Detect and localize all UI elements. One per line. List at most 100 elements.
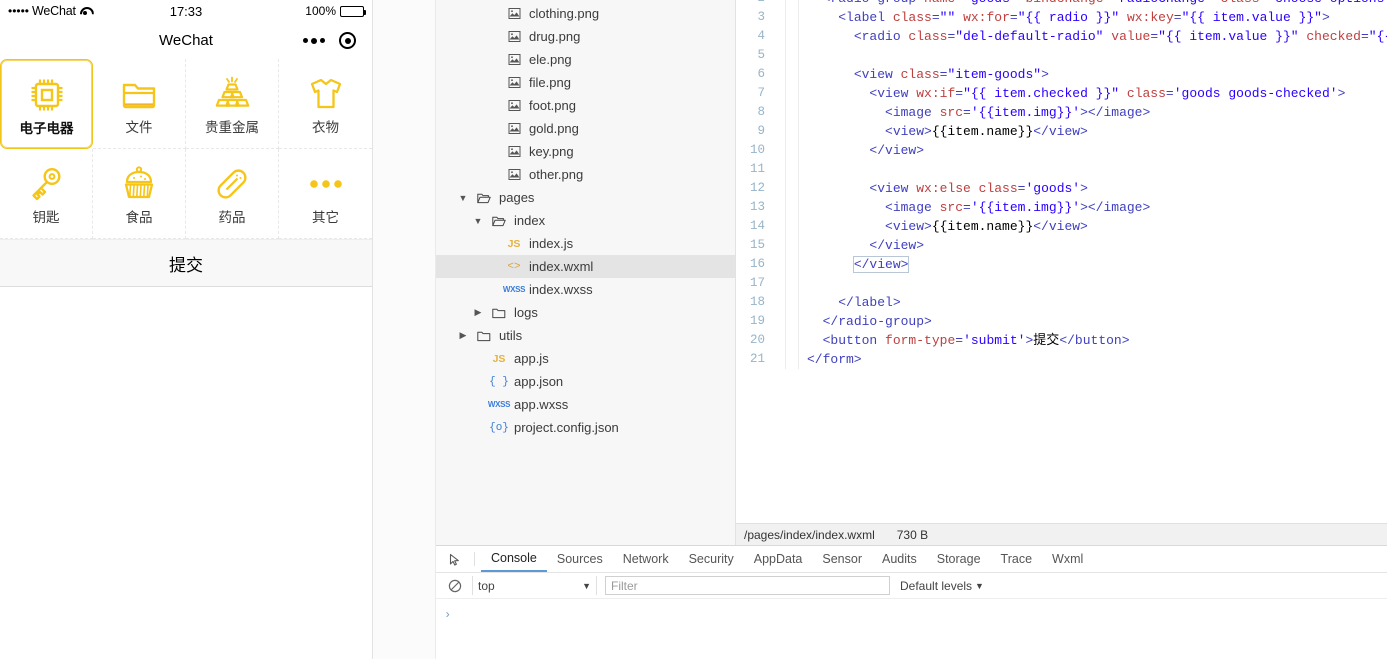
code-text: <label class="" wx:for="{{ radio }}" wx:… [838, 10, 1330, 25]
code-text: <view wx:if="{{ item.checked }}" class='… [869, 86, 1346, 101]
category-item-3[interactable]: 贵重金属 [186, 59, 279, 149]
file-tree-row[interactable]: ▶{o}project.config.json [436, 416, 735, 439]
file-tree-row[interactable]: ▶ ele.png [436, 48, 735, 71]
file-tree-label: app.wxss [514, 397, 569, 412]
fold-gutter[interactable] [774, 179, 786, 198]
fold-gutter[interactable] [774, 255, 786, 274]
console-tab-sensor[interactable]: Sensor [812, 546, 872, 572]
category-item-1[interactable]: 电子电器 [0, 59, 93, 149]
cursor-select-icon[interactable] [442, 546, 468, 572]
console-tab-wxml[interactable]: Wxml [1042, 546, 1093, 572]
console-tab-security[interactable]: Security [679, 546, 744, 572]
console-tab-console[interactable]: Console [481, 546, 547, 572]
file-tree-row[interactable]: ▶ clothing.png [436, 2, 735, 25]
category-label: 钥匙 [32, 210, 60, 226]
fold-gutter[interactable] [774, 312, 786, 331]
folder-icon [490, 307, 508, 319]
chevron-right-icon[interactable]: ▶ [472, 307, 484, 318]
console-context-select[interactable]: top ▼ [472, 576, 597, 595]
file-tree-row[interactable]: ▶<>index.wxml [436, 255, 735, 278]
fold-gutter[interactable] [774, 293, 786, 312]
category-item-6[interactable]: 食品 [93, 149, 186, 239]
code-line: 2 <radio-group name="goods" bindchange="… [736, 0, 1387, 8]
fold-gutter[interactable] [774, 27, 786, 46]
console-prompt: › [444, 608, 452, 622]
file-tree-row[interactable]: ▶JSapp.js [436, 347, 735, 370]
code-text: <view>{{item.name}}</view> [885, 219, 1088, 234]
category-item-5[interactable]: 钥匙 [0, 149, 93, 239]
image-file-icon [505, 53, 523, 66]
fold-gutter[interactable] [774, 350, 786, 369]
code-line: 14 <view>{{item.name}}</view> [736, 217, 1387, 236]
config-file-icon: {o} [489, 421, 509, 434]
console-tab-network[interactable]: Network [613, 546, 679, 572]
file-tree-row[interactable]: ▶JSindex.js [436, 232, 735, 255]
code-area[interactable]: 2 <radio-group name="goods" bindchange="… [736, 0, 1387, 523]
file-tree-row[interactable]: ▶ other.png [436, 163, 735, 186]
file-tree-row[interactable]: ▶ gold.png [436, 117, 735, 140]
file-tree-row[interactable]: ▼ pages [436, 186, 735, 209]
file-tree-label: project.config.json [514, 420, 619, 435]
line-number: 19 [749, 314, 765, 328]
file-tree-row[interactable]: ▶WXSSapp.wxss [436, 393, 735, 416]
console-levels-label: Default levels [900, 578, 973, 593]
console-tab-storage[interactable]: Storage [927, 546, 991, 572]
console-tab-sources[interactable]: Sources [547, 546, 613, 572]
category-item-7[interactable]: 药品 [186, 149, 279, 239]
fold-gutter[interactable] [774, 65, 786, 84]
console-tab-audits[interactable]: Audits [872, 546, 927, 572]
fold-gutter[interactable] [774, 160, 786, 179]
line-number: 4 [757, 29, 765, 43]
target-icon[interactable] [339, 32, 356, 49]
fold-gutter[interactable] [774, 0, 786, 8]
submit-button[interactable]: 提交 [0, 239, 372, 287]
line-number: 5 [757, 48, 765, 62]
code-line: 11 [736, 160, 1387, 179]
clear-console-icon[interactable] [442, 579, 468, 593]
console-tab-trace[interactable]: Trace [991, 546, 1043, 572]
fold-gutter[interactable] [774, 8, 786, 27]
console-levels-dropdown[interactable]: Default levels ▼ [900, 579, 984, 593]
file-tree-row[interactable]: ▼ index [436, 209, 735, 232]
panel-gap [373, 0, 436, 659]
fold-gutter[interactable] [774, 122, 786, 141]
file-tree-label: ele.png [529, 52, 572, 67]
category-item-2[interactable]: 文件 [93, 59, 186, 149]
fold-gutter[interactable] [774, 274, 786, 293]
console-filter-input[interactable]: Filter [605, 576, 890, 595]
code-text: </view> [852, 256, 910, 273]
code-text: <radio-group name="goods" bindchange="ra… [799, 0, 1387, 8]
fold-gutter[interactable] [774, 236, 786, 255]
file-tree-row[interactable]: ▶ logs [436, 301, 735, 324]
fold-gutter[interactable] [774, 46, 786, 65]
file-tree-label: other.png [529, 167, 584, 182]
code-text: <view wx:else class='goods'> [869, 181, 1088, 196]
file-tree-row[interactable]: ▶{ }app.json [436, 370, 735, 393]
fold-gutter[interactable] [774, 84, 786, 103]
file-tree-row[interactable]: ▶WXSSindex.wxss [436, 278, 735, 301]
console-output[interactable]: › [436, 599, 1387, 659]
fold-gutter[interactable] [774, 198, 786, 217]
fold-gutter[interactable] [774, 217, 786, 236]
fold-gutter[interactable] [774, 103, 786, 122]
nav-actions [303, 22, 356, 59]
chevron-right-icon[interactable]: ▶ [457, 330, 469, 341]
file-tree-row[interactable]: ▶ file.png [436, 71, 735, 94]
file-tree-row[interactable]: ▶ key.png [436, 140, 735, 163]
chevron-down-icon[interactable]: ▼ [472, 216, 484, 226]
more-dots-icon[interactable] [303, 37, 325, 44]
image-file-icon [505, 122, 523, 135]
fold-gutter[interactable] [774, 141, 786, 160]
fold-gutter[interactable] [774, 331, 786, 350]
category-item-4[interactable]: 衣物 [279, 59, 372, 149]
file-tree-row[interactable]: ▶ foot.png [436, 94, 735, 117]
file-tree[interactable]: ▶ clothing.png▶ drug.png▶ ele.png▶ file.… [436, 0, 736, 545]
console-tab-appdata[interactable]: AppData [744, 546, 813, 572]
chevron-down-icon[interactable]: ▼ [457, 193, 469, 203]
indent-guide [786, 312, 799, 331]
category-item-8[interactable]: 其它 [279, 149, 372, 239]
file-tree-row[interactable]: ▶ drug.png [436, 25, 735, 48]
file-tree-row[interactable]: ▶ utils [436, 324, 735, 347]
line-number: 6 [757, 67, 765, 81]
code-line: 7 <view wx:if="{{ item.checked }}" class… [736, 84, 1387, 103]
